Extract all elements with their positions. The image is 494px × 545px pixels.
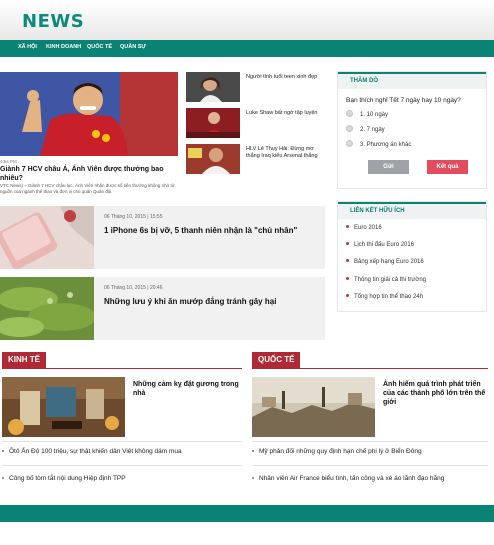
list-separator — [252, 465, 488, 466]
poll-option[interactable]: 1. 10 ngày — [346, 110, 388, 118]
article-card-image[interactable] — [0, 277, 94, 340]
side-news-title[interactable]: HLV Lê Thụy Hải: Đừng mơ thắng Iraq kiểu… — [246, 146, 326, 160]
useful-link[interactable]: Lịch thi đấu Euro 2016 — [346, 242, 414, 248]
bullet-icon — [346, 294, 349, 297]
poll-option-label: 2. 7 ngày — [360, 127, 385, 133]
section-list-label[interactable]: Ôtô Ấn Độ 100 triệu, sự thật khiến dân V… — [9, 448, 182, 455]
nav-item-quoc-te[interactable]: Quốc tế — [87, 44, 112, 50]
section-list-item[interactable]: Công bố tòm tắt nội dung Hiệp định TPP — [2, 475, 126, 482]
article-card[interactable]: 06 Tháng 10, 2015 | 20:46 Những lưu ý kh… — [0, 277, 325, 340]
site-footer — [0, 505, 494, 522]
bullet-icon — [2, 450, 4, 452]
site-logo[interactable]: NEWS — [22, 11, 84, 32]
list-separator — [2, 465, 242, 466]
poll-option-label: 3. Phương án khác — [360, 142, 412, 148]
section-feature-image[interactable] — [2, 377, 125, 437]
side-news-thumb[interactable] — [186, 72, 240, 102]
side-news-item[interactable]: Người tình tuổi teen xinh đẹp — [186, 72, 326, 102]
section-list-label[interactable]: Nhân viên Air France biểu tình, tấn công… — [259, 475, 444, 482]
article-card-date: 06 Tháng 10, 2015 | 15:55 — [104, 214, 163, 220]
side-news-title[interactable]: Luke Shaw bất ngờ tập luyện — [246, 110, 326, 117]
poll-heading: Thăm dò — [338, 72, 486, 89]
section-list-label[interactable]: Công bố tòm tắt nội dung Hiệp định TPP — [9, 475, 126, 482]
bullet-icon — [252, 477, 254, 479]
section-feature-image[interactable] — [252, 377, 375, 437]
useful-link[interactable]: Tổng hợp tin thể thao 24h — [346, 294, 423, 300]
poll-send-button[interactable]: Gửi — [368, 160, 409, 174]
side-news-thumb[interactable] — [186, 144, 240, 174]
nav-item-quan-su[interactable]: Quân sự — [120, 44, 146, 50]
hero-image[interactable] — [0, 72, 178, 156]
section-divider — [2, 368, 242, 369]
poll-question: Bạn thích nghỉ Tết 7 ngày hay 10 ngày? — [346, 97, 461, 104]
side-news-item[interactable]: HLV Lê Thụy Hải: Đừng mơ thắng Iraq kiểu… — [186, 144, 326, 174]
useful-link-label[interactable]: Euro 2016 — [354, 225, 382, 231]
radio-icon[interactable] — [346, 125, 353, 132]
article-card-title[interactable]: 1 iPhone 6s bị vỡ, 5 thanh niên nhận là … — [104, 226, 319, 236]
section-feature-title[interactable]: Ảnh hiếm quá trình phát triển của các th… — [383, 380, 489, 407]
poll-widget: Thăm dò Bạn thích nghỉ Tết 7 ngày hay 10… — [337, 71, 487, 189]
side-news-item[interactable]: Luke Shaw bất ngờ tập luyện — [186, 108, 326, 138]
main-navbar: Xã hội Kinh doanh Quốc tế Quân sự — [0, 40, 494, 57]
article-card-date: 06 Tháng 10, 2015 | 20:46 — [104, 285, 163, 291]
radio-icon[interactable] — [346, 110, 353, 117]
list-separator — [252, 441, 488, 442]
article-card[interactable]: 06 Tháng 10, 2015 | 15:55 1 iPhone 6s bị… — [0, 206, 325, 269]
nav-item-kinh-doanh[interactable]: Kinh doanh — [46, 44, 81, 50]
list-separator — [2, 441, 242, 442]
article-card-title[interactable]: Những lưu ý khi ăn mướp đắng tránh gây h… — [104, 297, 319, 307]
section-feature-title[interactable]: Những cảm kỵ đặt gương trong nhà — [133, 380, 245, 398]
bullet-icon — [346, 277, 349, 280]
section-divider — [252, 368, 488, 369]
radio-icon[interactable] — [346, 140, 353, 147]
useful-link-label[interactable]: Bảng xếp hạng Euro 2016 — [354, 259, 424, 265]
bullet-icon — [346, 259, 349, 262]
useful-link[interactable]: Bảng xếp hạng Euro 2016 — [346, 259, 424, 265]
side-news-title[interactable]: Người tình tuổi teen xinh đẹp — [246, 74, 326, 81]
bullet-icon — [2, 477, 4, 479]
article-card-image[interactable] — [0, 206, 94, 269]
section-heading-quoc-te[interactable]: Quốc tế — [252, 352, 301, 368]
poll-option-label: 1. 10 ngày — [360, 112, 389, 118]
useful-link[interactable]: Thông tin giải cả thi trường — [346, 277, 426, 283]
poll-option[interactable]: 2. 7 ngày — [346, 125, 385, 133]
poll-option[interactable]: 3. Phương án khác — [346, 140, 411, 148]
useful-link[interactable]: Euro 2016 — [346, 225, 382, 231]
useful-links-widget: Liên kết hữu ích Euro 2016 Lịch thi đấu … — [337, 201, 487, 312]
section-list-item[interactable]: Nhân viên Air France biểu tình, tấn công… — [252, 475, 444, 482]
bullet-icon — [346, 242, 349, 245]
section-list-item[interactable]: Ôtô Ấn Độ 100 triệu, sự thật khiến dân V… — [2, 448, 182, 455]
section-heading-kinh-te[interactable]: Kinh tế — [2, 352, 46, 368]
nav-item-xa-hoi[interactable]: Xã hội — [18, 44, 37, 50]
section-list-label[interactable]: Mỹ phản đối những quy định hạn chế phi l… — [259, 448, 422, 455]
hero-summary: VTC News) – Giành 7 HCV châu lục, Ánh Vi… — [0, 183, 175, 194]
useful-link-label[interactable]: Thông tin giải cả thi trường — [354, 277, 426, 283]
bullet-icon — [252, 450, 254, 452]
useful-links-heading: Liên kết hữu ích — [338, 202, 486, 219]
hero-timestamp: 4:54 PM — [0, 159, 17, 164]
side-news-thumb[interactable] — [186, 108, 240, 138]
poll-result-button[interactable]: Kết quả — [427, 160, 468, 174]
hero-title[interactable]: Giành 7 HCV châu Á, Ánh Viên được thưởng… — [0, 165, 180, 183]
useful-link-label[interactable]: Tổng hợp tin thể thao 24h — [354, 294, 423, 300]
useful-link-label[interactable]: Lịch thi đấu Euro 2016 — [354, 242, 414, 248]
bullet-icon — [346, 225, 349, 228]
section-list-item[interactable]: Mỹ phản đối những quy định hạn chế phi l… — [252, 448, 422, 455]
